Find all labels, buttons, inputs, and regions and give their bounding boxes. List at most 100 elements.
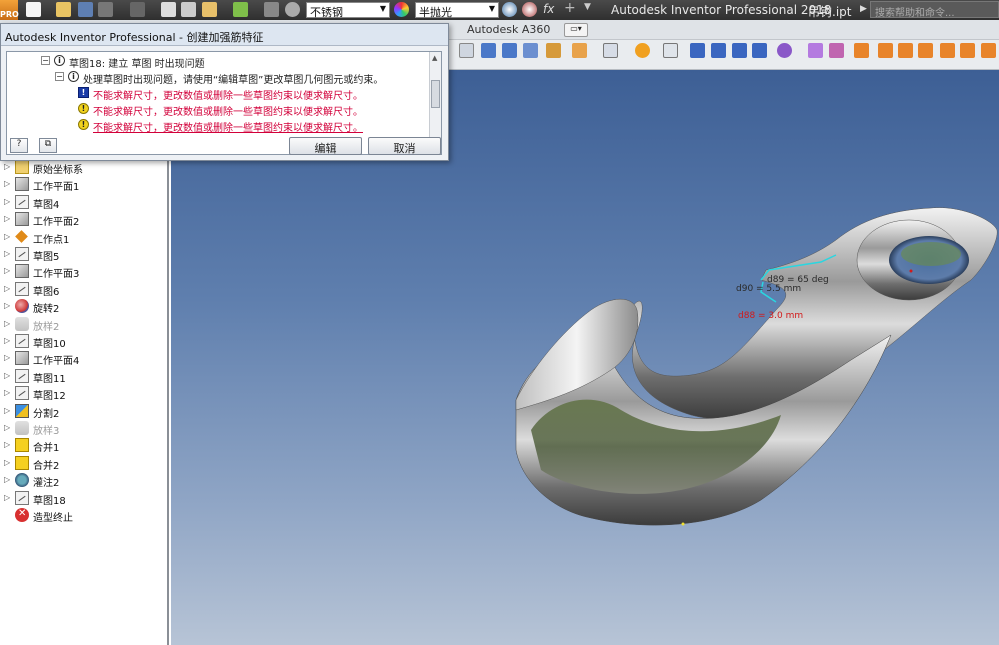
appearance-select[interactable]: 半抛光 ▼ [415, 2, 499, 19]
dialog-title[interactable]: Autodesk Inventor Professional - 创建加强筋特征 [1, 24, 448, 46]
browser-node[interactable]: ▷ 工作平面2 [0, 211, 165, 228]
expand-icon[interactable]: ▷ [4, 214, 10, 223]
help-icon[interactable]: ? [10, 138, 28, 153]
expand-icon[interactable]: ▷ [4, 458, 10, 467]
expand-icon[interactable]: ▷ [4, 162, 10, 171]
browser-node[interactable]: ▷ 草图11 [0, 368, 165, 385]
add-icon[interactable]: + [564, 1, 579, 17]
expand-icon[interactable]: ▷ [4, 284, 10, 293]
adjust-icon[interactable] [502, 2, 517, 17]
expand-icon[interactable]: ▷ [4, 475, 10, 484]
finish-sketch-icon[interactable] [981, 43, 996, 58]
new-icon[interactable] [26, 2, 41, 17]
pattern-icon[interactable] [502, 43, 517, 58]
open-icon[interactable] [56, 2, 71, 17]
expand-icon[interactable]: ▷ [4, 179, 10, 188]
error-item[interactable]: ! 不能求解尺寸，更改数值或删除一些草图约束以便求解尺寸。 [78, 86, 428, 102]
finish-icon[interactable] [960, 43, 975, 58]
expand-icon[interactable]: ▷ [4, 266, 10, 275]
message-root[interactable]: − i 草图18: 建立 草图 时出现问题 [41, 54, 421, 70]
help-search-input[interactable]: 搜索帮助和命令... [870, 1, 999, 19]
box-icon[interactable] [546, 43, 561, 58]
export-icon[interactable] [940, 43, 955, 58]
move-icon[interactable] [711, 43, 726, 58]
dimension-d90[interactable]: d90 = 5.5 mm [736, 284, 801, 294]
sketch-tool-icon[interactable] [603, 43, 618, 58]
sketch-point[interactable] [681, 522, 685, 526]
browser-node[interactable]: ▷ 草图6 [0, 281, 165, 298]
message-child[interactable]: − i 处理草图时出现问题，请使用“编辑草图”更改草图几何图元或约束。 [55, 70, 440, 86]
layers-icon[interactable] [829, 43, 844, 58]
browser-node[interactable]: ▷ 分割2 [0, 403, 165, 420]
browser-node[interactable]: ▷ 放样2 [0, 316, 165, 333]
fx-icon[interactable]: fx [543, 2, 558, 17]
browser-node[interactable]: ▷ 灌注2 [0, 472, 165, 489]
sphere-icon[interactable] [777, 43, 792, 58]
expand-icon[interactable]: ▷ [4, 493, 10, 502]
browser-node[interactable]: ▷ 草图10 [0, 333, 165, 350]
axis-tool-icon[interactable] [663, 43, 678, 58]
browser-node[interactable]: ▷ 草图18 [0, 490, 165, 507]
sketch-point[interactable] [909, 269, 913, 273]
browser-node[interactable]: ▷ 旋转2 [0, 298, 165, 315]
update-icon[interactable] [233, 2, 248, 17]
expand-icon[interactable]: ▷ [4, 388, 10, 397]
ribbon-view-dropdown[interactable]: ▭▾ [564, 23, 588, 37]
redo-icon[interactable] [130, 2, 145, 17]
symmetry-icon[interactable] [752, 43, 767, 58]
expand-icon[interactable]: ▷ [4, 440, 10, 449]
expand-icon[interactable]: ▷ [4, 423, 10, 432]
expand-arrow-icon[interactable]: ▶ [860, 4, 867, 14]
project-icon[interactable] [264, 2, 279, 17]
point-tool-icon[interactable] [635, 43, 650, 58]
copy-icon[interactable]: ⧉ [39, 138, 57, 153]
error-item[interactable]: ! 不能求解尺寸，更改数值或删除一些草图约束以便求解尺寸。 [78, 102, 428, 118]
view-icon[interactable] [898, 43, 913, 58]
expand-icon[interactable]: ▷ [4, 249, 10, 258]
grid-icon[interactable] [808, 43, 823, 58]
dimension-d88[interactable]: d88 = 3.0 mm [738, 311, 803, 321]
browser-node[interactable]: ▷ 放样3 [0, 420, 165, 437]
constraint-icon[interactable] [481, 43, 496, 58]
scrollbar-thumb[interactable] [431, 80, 440, 108]
mirror-icon[interactable] [523, 43, 538, 58]
collapse-toggle-icon[interactable]: − [55, 72, 64, 81]
cancel-button[interactable]: 取消 [368, 137, 441, 155]
home-icon[interactable] [161, 2, 176, 17]
shape-icon[interactable] [572, 43, 587, 58]
expand-icon[interactable]: ▷ [4, 232, 10, 241]
face-icon[interactable] [918, 43, 933, 58]
browser-node[interactable]: ▷ 工作平面3 [0, 263, 165, 280]
expand-icon[interactable]: ▷ [4, 301, 10, 310]
app-menu-button[interactable]: PRO [0, 0, 19, 20]
error-dialog[interactable]: Autodesk Inventor Professional - 创建加强筋特征… [0, 23, 449, 161]
browser-node[interactable]: ▷ 合并2 [0, 455, 165, 472]
print-icon[interactable] [181, 2, 196, 17]
material-select[interactable]: 不锈钢 ▼ [306, 2, 390, 19]
sketch-icon[interactable] [202, 2, 217, 17]
browser-node[interactable]: ▷ 工作点1 [0, 229, 165, 246]
delete-constraint-icon[interactable] [459, 43, 474, 58]
browser-node[interactable]: ▷ 草图4 [0, 194, 165, 211]
box-tool-icon[interactable] [878, 43, 893, 58]
constrain-icon[interactable] [690, 43, 705, 58]
browser-node[interactable]: ▷ 工作平面4 [0, 350, 165, 367]
expand-icon[interactable]: ▷ [4, 197, 10, 206]
save-icon[interactable] [78, 2, 93, 17]
browser-node[interactable]: ▷ 草图5 [0, 246, 165, 263]
relate-icon[interactable] [732, 43, 747, 58]
appearance-icon[interactable] [394, 2, 409, 17]
more-icon[interactable]: ▼ [584, 2, 599, 17]
expand-icon[interactable]: ▷ [4, 353, 10, 362]
material-icon[interactable] [285, 2, 300, 17]
browser-node[interactable]: 造型终止 [0, 507, 165, 524]
expand-icon[interactable]: ▷ [4, 336, 10, 345]
parameters-icon[interactable] [854, 43, 869, 58]
clear-icon[interactable] [522, 2, 537, 17]
expand-icon[interactable]: ▷ [4, 406, 10, 415]
browser-node[interactable]: ▷ 合并1 [0, 437, 165, 454]
tab-a360[interactable]: Autodesk A360 [467, 23, 550, 36]
browser-node[interactable]: ▷ 草图12 [0, 385, 165, 402]
expand-icon[interactable]: ▷ [4, 371, 10, 380]
undo-icon[interactable] [98, 2, 113, 17]
